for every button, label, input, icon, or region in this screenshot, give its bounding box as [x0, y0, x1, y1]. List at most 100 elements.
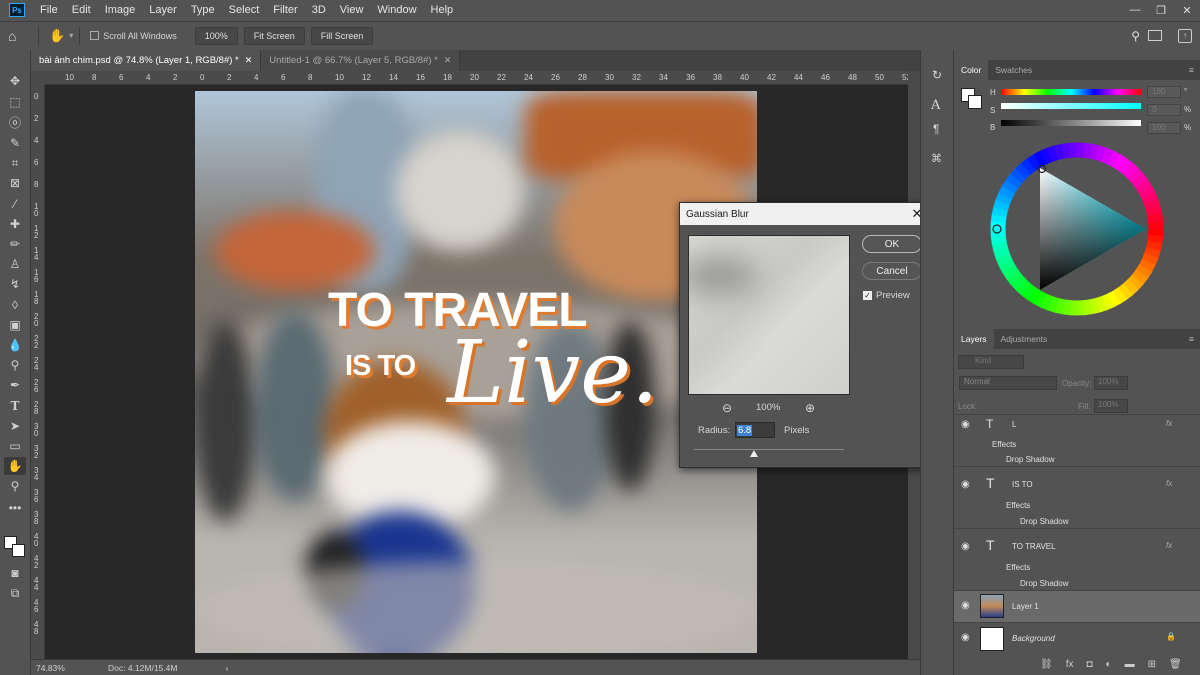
- radius-slider-thumb[interactable]: [750, 450, 758, 457]
- eyedropper-tool-icon[interactable]: ⁄: [4, 195, 26, 213]
- path-select-icon[interactable]: ➤: [4, 417, 26, 435]
- blur-tool-icon[interactable]: 💧: [4, 336, 26, 354]
- more-tools-icon[interactable]: •••: [4, 499, 26, 517]
- restore-icon[interactable]: ❐: [1148, 0, 1174, 20]
- dodge-tool-icon[interactable]: ⚲: [4, 356, 26, 374]
- new-layer-icon[interactable]: ⊞: [1148, 659, 1156, 670]
- background-color-swatch[interactable]: [12, 544, 25, 557]
- brightness-slider[interactable]: [1001, 120, 1141, 126]
- panel-menu-icon[interactable]: ≡: [1189, 334, 1194, 344]
- hand-tool-icon[interactable]: ✋: [49, 28, 65, 44]
- eraser-tool-icon[interactable]: ◊: [4, 296, 26, 314]
- fill-screen-button[interactable]: Fill Screen: [310, 26, 374, 45]
- layer-row-l[interactable]: ◉ T L fx Effects Drop Shadow: [954, 414, 1200, 466]
- move-tool-icon[interactable]: ✥: [4, 72, 26, 90]
- new-group-icon[interactable]: ▬: [1125, 659, 1135, 670]
- fit-screen-button[interactable]: Fit Screen: [243, 26, 305, 45]
- workspace-icon[interactable]: [1148, 30, 1162, 41]
- minimize-icon[interactable]: —: [1122, 0, 1148, 20]
- fx-icon[interactable]: fx: [1166, 541, 1172, 550]
- menu-select[interactable]: Select: [222, 4, 267, 16]
- layer-row-is-to[interactable]: ◉ T IS TO fx Effects Drop Shadow: [954, 466, 1200, 528]
- b-value[interactable]: 100: [1147, 122, 1181, 134]
- h-value[interactable]: 180: [1147, 86, 1181, 98]
- visibility-eye-icon[interactable]: ◉: [961, 479, 970, 490]
- preview-checkbox[interactable]: ✓ Preview: [863, 290, 910, 301]
- quick-mask-icon[interactable]: ◙: [4, 564, 26, 582]
- menu-view[interactable]: View: [333, 4, 371, 16]
- status-zoom[interactable]: 74.83%: [36, 663, 96, 673]
- pen-tool-icon[interactable]: ✒: [4, 376, 26, 394]
- fx-icon[interactable]: fx: [1066, 659, 1074, 670]
- opacity-input[interactable]: 100%: [1094, 376, 1128, 390]
- search-icon[interactable]: ⚲: [1131, 29, 1140, 43]
- layer-row-to-travel[interactable]: ◉ T TO TRAVEL fx Effects Drop Shadow: [954, 528, 1200, 590]
- hue-slider[interactable]: [1001, 89, 1141, 95]
- close-tab-icon[interactable]: ✕: [245, 55, 253, 66]
- tab-layers[interactable]: Layers: [954, 329, 994, 349]
- visibility-eye-icon[interactable]: ◉: [961, 541, 970, 552]
- marquee-tool-icon[interactable]: ⬚: [4, 93, 26, 111]
- lasso-tool-icon[interactable]: ⓞ: [4, 113, 26, 131]
- glyphs-icon[interactable]: ⌘: [931, 152, 942, 165]
- visibility-eye-icon[interactable]: ◉: [961, 600, 970, 611]
- s-value[interactable]: 0: [1147, 104, 1181, 116]
- tab-document-1[interactable]: bài ảnh chim.psd @ 74.8% (Layer 1, RGB/8…: [31, 50, 262, 71]
- type-tool-icon[interactable]: T: [4, 397, 26, 415]
- menu-edit[interactable]: Edit: [65, 4, 98, 16]
- brush-tool-icon[interactable]: ✏: [4, 235, 26, 253]
- adjustment-layer-icon[interactable]: ◐: [1106, 659, 1112, 670]
- screen-mode-icon[interactable]: ⧉: [4, 584, 26, 602]
- close-window-icon[interactable]: ✕: [1174, 0, 1200, 20]
- zoom-tool-icon[interactable]: ⚲: [4, 477, 26, 495]
- menu-window[interactable]: Window: [370, 4, 423, 16]
- saturation-slider[interactable]: [1001, 103, 1141, 109]
- hand-tool-icon[interactable]: ✋: [4, 457, 26, 475]
- menu-image[interactable]: Image: [98, 4, 143, 16]
- chevron-down-icon[interactable]: ▾: [69, 31, 73, 40]
- menu-layer[interactable]: Layer: [142, 4, 184, 16]
- menu-filter[interactable]: Filter: [266, 4, 304, 16]
- blend-mode-select[interactable]: Normal: [959, 376, 1057, 390]
- quick-select-tool-icon[interactable]: ✎: [4, 134, 26, 152]
- share-icon[interactable]: ↑: [1178, 28, 1192, 43]
- panel-menu-icon[interactable]: ≡: [1189, 65, 1194, 75]
- color-wheel[interactable]: [990, 142, 1164, 316]
- link-layers-icon[interactable]: ⛓: [1040, 659, 1053, 670]
- history-icon[interactable]: ↻: [932, 68, 942, 82]
- zoom-100-button[interactable]: 100%: [194, 26, 238, 45]
- history-brush-icon[interactable]: ↯: [4, 275, 26, 293]
- tab-document-2[interactable]: Untitled-1 @ 66.7% (Layer 5, RGB/8#) * ✕: [261, 50, 461, 71]
- zoom-out-icon[interactable]: ⊖: [722, 401, 732, 415]
- visibility-eye-icon[interactable]: ◉: [961, 632, 970, 643]
- rectangle-tool-icon[interactable]: ▭: [4, 437, 26, 455]
- menu-type[interactable]: Type: [184, 4, 222, 16]
- tab-adjustments[interactable]: Adjustments: [994, 329, 1055, 349]
- scroll-all-windows-checkbox[interactable]: Scroll All Windows: [90, 31, 177, 41]
- paragraph-icon[interactable]: ¶: [933, 122, 939, 136]
- dialog-titlebar[interactable]: Gaussian Blur ✕: [680, 203, 929, 225]
- layer-row-layer-1[interactable]: ◉ Layer 1: [954, 590, 1200, 622]
- frame-tool-icon[interactable]: ⊠: [4, 174, 26, 192]
- add-mask-icon[interactable]: ◘: [1086, 659, 1092, 670]
- background-color-swatch[interactable]: [968, 95, 982, 109]
- tab-swatches[interactable]: Swatches: [988, 60, 1039, 80]
- fx-icon[interactable]: fx: [1166, 419, 1172, 428]
- cancel-button[interactable]: Cancel: [862, 262, 922, 280]
- stamp-tool-icon[interactable]: ♙: [4, 255, 26, 273]
- gradient-tool-icon[interactable]: ▣: [4, 316, 26, 334]
- blur-preview[interactable]: [688, 235, 850, 395]
- fill-input[interactable]: 100%: [1094, 399, 1128, 413]
- menu-3d[interactable]: 3D: [305, 4, 333, 16]
- radius-slider[interactable]: [694, 449, 844, 450]
- menu-help[interactable]: Help: [424, 4, 461, 16]
- delete-layer-icon[interactable]: 🗑: [1169, 659, 1182, 670]
- character-icon[interactable]: A: [931, 98, 940, 113]
- healing-tool-icon[interactable]: ✚: [4, 215, 26, 233]
- layer-row-background[interactable]: ◉ Background 🔒: [954, 622, 1200, 654]
- radius-input[interactable]: 6.8: [735, 422, 775, 438]
- home-icon[interactable]: ⌂: [8, 28, 32, 44]
- zoom-in-icon[interactable]: ⊕: [805, 401, 815, 415]
- visibility-eye-icon[interactable]: ◉: [961, 419, 970, 430]
- menu-file[interactable]: File: [33, 4, 65, 16]
